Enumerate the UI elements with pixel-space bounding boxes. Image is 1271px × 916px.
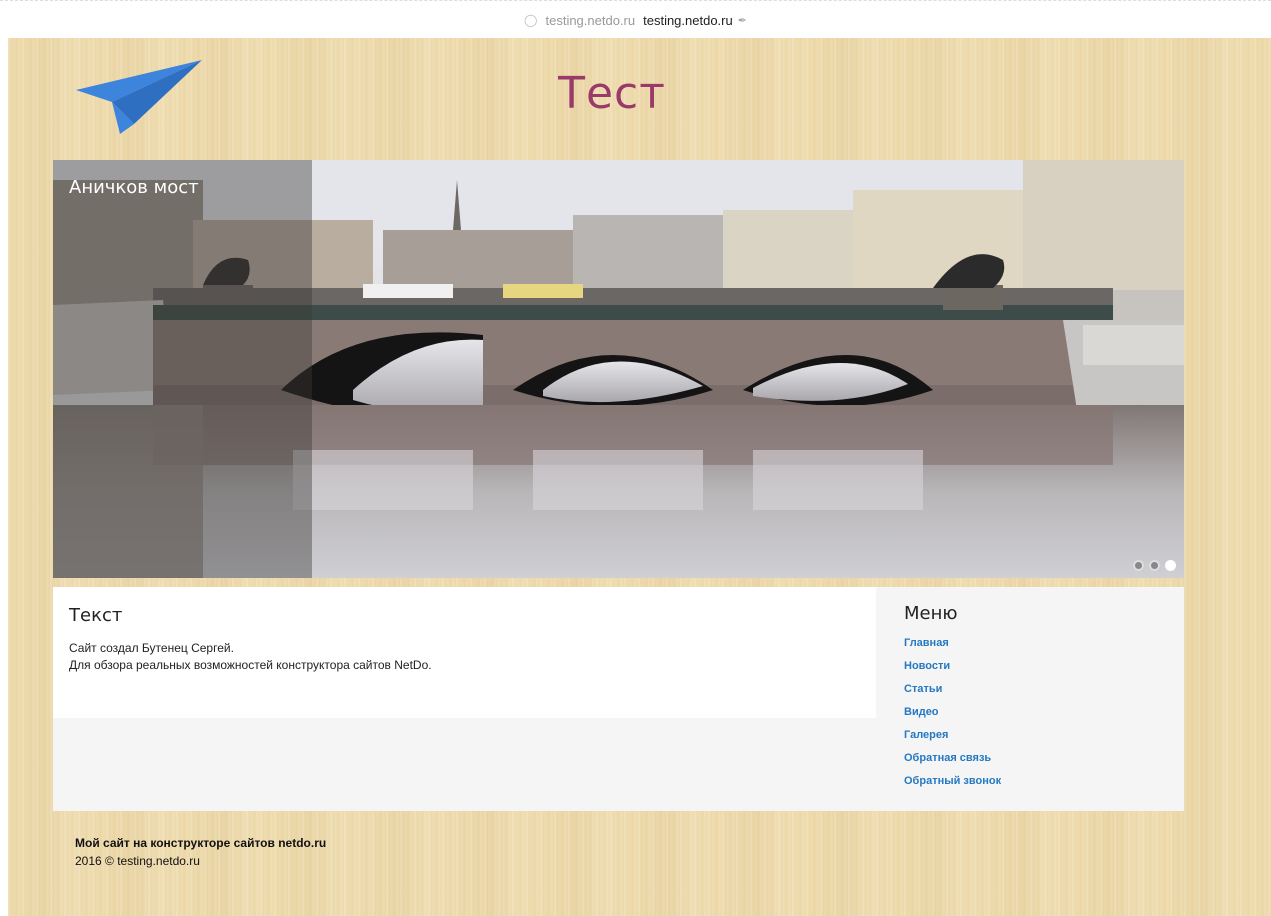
edit-pencil-icon[interactable]: ✒ [738, 14, 747, 27]
menu-item-articles[interactable]: Статьи [904, 682, 1164, 705]
site-title: Тест [558, 68, 666, 119]
menu-item-callback[interactable]: Обратный звонок [904, 774, 1164, 797]
text-line-1: Сайт создал Бутенец Сергей. [69, 641, 234, 655]
menu-item-feedback[interactable]: Обратная связь [904, 751, 1164, 774]
menu-item-gallery[interactable]: Галерея [904, 728, 1164, 751]
slider-dot-1[interactable] [1133, 560, 1144, 571]
slide-caption: Аничков мост [69, 177, 199, 198]
menu-item-home[interactable]: Главная [904, 636, 1164, 659]
footer: Мой сайт на конструкторе сайтов netdo.ru… [75, 836, 326, 868]
menu-heading: Меню [904, 603, 958, 624]
site-domain-gray[interactable]: testing.netdo.ru [545, 13, 635, 28]
slider-dot-3[interactable] [1165, 560, 1176, 571]
slider-dot-2[interactable] [1149, 560, 1160, 571]
text-block: Текст Сайт создал Бутенец Сергей. Для об… [53, 587, 876, 718]
site-address-bar: ◯ testing.netdo.ru testing.netdo.ru ✒ [0, 0, 1271, 39]
text-heading: Текст [69, 605, 123, 626]
slide-caption-panel [53, 160, 312, 578]
content-area: Текст Сайт создал Бутенец Сергей. Для об… [53, 587, 1184, 811]
text-line-2: Для обзора реальных возможностей констру… [69, 658, 432, 672]
slider-pagination [1133, 560, 1176, 571]
menu-item-news[interactable]: Новости [904, 659, 1164, 682]
globe-icon: ◯ [524, 13, 538, 27]
footer-site-line: Мой сайт на конструкторе сайтов netdo.ru [75, 836, 327, 850]
menu-item-video[interactable]: Видео [904, 705, 1164, 728]
side-menu: Меню Главная Новости Статьи Видео Галере… [904, 603, 1164, 797]
site-domain[interactable]: testing.netdo.ru [643, 13, 733, 28]
image-slider[interactable]: Аничков мост [53, 160, 1184, 578]
page-background: Тест Аничков мост Текст Сайт создал Буте… [8, 38, 1271, 916]
footer-copyright: 2016 © testing.netdo.ru [75, 854, 200, 868]
